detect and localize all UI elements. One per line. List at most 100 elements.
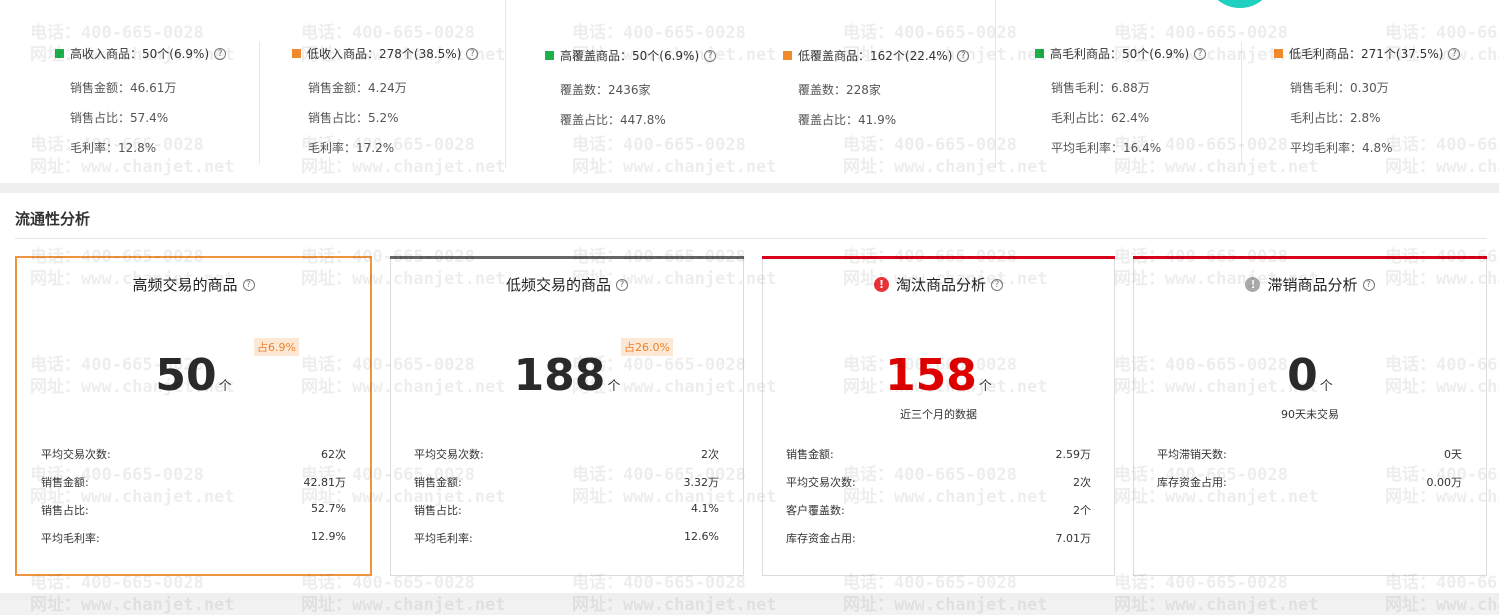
- summary-title: 低覆盖商品：162个(22.4%) ?: [783, 47, 970, 64]
- card-row-value: 2次: [701, 448, 719, 461]
- card-row-label: 销售占比:: [41, 504, 89, 517]
- big-number: 0个: [1287, 350, 1333, 401]
- card-row-label: 平均毛利率:: [414, 532, 473, 545]
- card-title: ! 淘汰商品分析 ?: [762, 274, 1115, 295]
- card-row-label: 库存资金占用:: [1157, 476, 1227, 489]
- card-title: 高频交易的商品 ?: [15, 274, 372, 295]
- question-circle-icon[interactable]: ?: [957, 49, 970, 62]
- question-circle-icon[interactable]: ?: [242, 278, 255, 291]
- question-circle-icon[interactable]: ?: [616, 278, 628, 291]
- summary-line: 平均毛利率：4.8%: [1290, 141, 1393, 155]
- orange-square-icon: [1274, 49, 1283, 58]
- section-separator: [0, 183, 1499, 193]
- summary-divider: [259, 42, 260, 164]
- card-row-value: 7.01万: [1055, 532, 1092, 545]
- question-circle-icon[interactable]: ?: [214, 47, 227, 60]
- card-top-border: [762, 256, 1115, 259]
- big-number-wrap: 50 个: [15, 350, 372, 401]
- card-row-value: 12.6%: [684, 530, 719, 543]
- big-number: 158 个: [885, 350, 992, 401]
- card-row-label: 客户覆盖数:: [786, 504, 845, 517]
- card-row-label: 平均交易次数:: [786, 476, 856, 489]
- card-row-label: 平均交易次数:: [41, 448, 111, 461]
- summary-high-income: 高收入商品：50个(6.9%) ?: [55, 45, 227, 62]
- summary-low-margin: 低毛利商品：271个(37.5%) ?: [1274, 45, 1461, 62]
- card-row-value: 52.7%: [311, 502, 346, 515]
- question-circle-icon[interactable]: ?: [1362, 278, 1375, 291]
- summary-low-coverage: 低覆盖商品：162个(22.4%) ?: [783, 47, 970, 64]
- card-low-frequency[interactable]: [390, 256, 744, 576]
- summary-line: 销售占比：57.4%: [70, 111, 169, 125]
- summary-line: 销售毛利：0.30万: [1290, 81, 1389, 95]
- big-number-wrap: 188 个: [390, 350, 744, 401]
- section-title: 流通性分析: [15, 210, 91, 228]
- section-divider: [15, 238, 1487, 239]
- summary-line: 覆盖占比：447.8%: [560, 113, 666, 127]
- big-number-wrap: 158 个: [762, 350, 1115, 401]
- card-row-label: 平均交易次数:: [414, 448, 484, 461]
- summary-divider: [995, 0, 996, 168]
- card-row-label: 平均滞销天数:: [1157, 448, 1227, 461]
- summary-title: 高毛利商品：50个(6.9%) ?: [1035, 45, 1207, 62]
- big-number: 188 个: [513, 350, 621, 401]
- question-circle-icon[interactable]: ?: [1194, 47, 1207, 60]
- card-row-label: 销售金额:: [414, 476, 462, 489]
- card-row-value: 2个: [1073, 504, 1091, 517]
- card-top-border: [390, 256, 744, 259]
- summary-low-income: 低收入商品：278个(38.5%) ?: [292, 45, 479, 62]
- summary-title: 低收入商品：278个(38.5%) ?: [292, 45, 479, 62]
- big-number: 50 个: [155, 350, 232, 401]
- card-row-label: 销售占比:: [414, 504, 462, 517]
- summary-line: 销售占比：5.2%: [308, 111, 399, 125]
- summary-line: 毛利率：17.2%: [308, 141, 395, 155]
- card-row-label: 库存资金占用:: [786, 532, 856, 545]
- summary-line: 毛利率：12.8%: [70, 141, 157, 155]
- summary-line: 覆盖数：2436家: [560, 83, 651, 97]
- summary-high-margin: 高毛利商品：50个(6.9%) ?: [1035, 45, 1207, 62]
- green-square-icon: [545, 51, 554, 60]
- summary-divider: [505, 0, 506, 168]
- card-title: ! 滞销商品分析 ?: [1133, 274, 1487, 295]
- card-row-value: 0天: [1444, 448, 1462, 461]
- summary-title: 低毛利商品：271个(37.5%) ?: [1274, 45, 1461, 62]
- question-circle-icon[interactable]: ?: [1448, 47, 1461, 60]
- summary-panel: [0, 0, 1499, 183]
- exclamation-circle-icon: !: [1245, 277, 1261, 292]
- card-row-label: 销售金额:: [786, 448, 834, 461]
- green-square-icon: [1035, 49, 1044, 58]
- question-circle-icon[interactable]: ?: [466, 47, 479, 60]
- card-row-value: 4.1%: [691, 502, 719, 515]
- summary-line: 覆盖占比：41.9%: [798, 113, 897, 127]
- green-square-icon: [55, 49, 64, 58]
- card-row-value: 62次: [321, 448, 346, 461]
- card-row-value: 2次: [1073, 476, 1091, 489]
- summary-divider: [1241, 42, 1242, 164]
- question-circle-icon[interactable]: ?: [991, 278, 1003, 291]
- question-circle-icon[interactable]: ?: [704, 49, 717, 62]
- card-high-frequency[interactable]: [15, 256, 372, 576]
- card-row-label: 平均毛利率:: [41, 532, 100, 545]
- summary-title: 高收入商品：50个(6.9%) ?: [55, 45, 227, 62]
- summary-line: 毛利占比：2.8%: [1290, 111, 1381, 125]
- summary-line: 销售毛利：6.88万: [1051, 81, 1150, 95]
- summary-line: 销售金额：4.24万: [308, 81, 407, 95]
- summary-line: 平均毛利率：16.4%: [1051, 141, 1162, 155]
- exclamation-circle-icon: !: [873, 277, 889, 292]
- card-top-border: [1133, 256, 1487, 259]
- card-row-value: 3.32万: [683, 476, 720, 489]
- card-row-value: 2.59万: [1055, 448, 1092, 461]
- card-note: 近三个月的数据: [900, 408, 977, 421]
- orange-square-icon: [292, 49, 301, 58]
- summary-title: 高覆盖商品：50个(6.9%) ?: [545, 47, 717, 64]
- card-row-value: 42.81万: [303, 476, 347, 489]
- card-title: 低频交易的商品 ?: [390, 274, 744, 295]
- orange-square-icon: [783, 51, 792, 60]
- summary-line: 毛利占比：62.4%: [1051, 111, 1150, 125]
- card-row-value: 12.9%: [311, 530, 346, 543]
- summary-high-coverage: 高覆盖商品：50个(6.9%) ?: [545, 47, 717, 64]
- bottom-separator: [0, 593, 1499, 600]
- card-row-label: 销售金额:: [41, 476, 89, 489]
- card-note: 90天未交易: [1281, 408, 1339, 421]
- big-number-wrap: 0个: [1133, 350, 1487, 401]
- card-row-value: 0.00万: [1426, 476, 1463, 489]
